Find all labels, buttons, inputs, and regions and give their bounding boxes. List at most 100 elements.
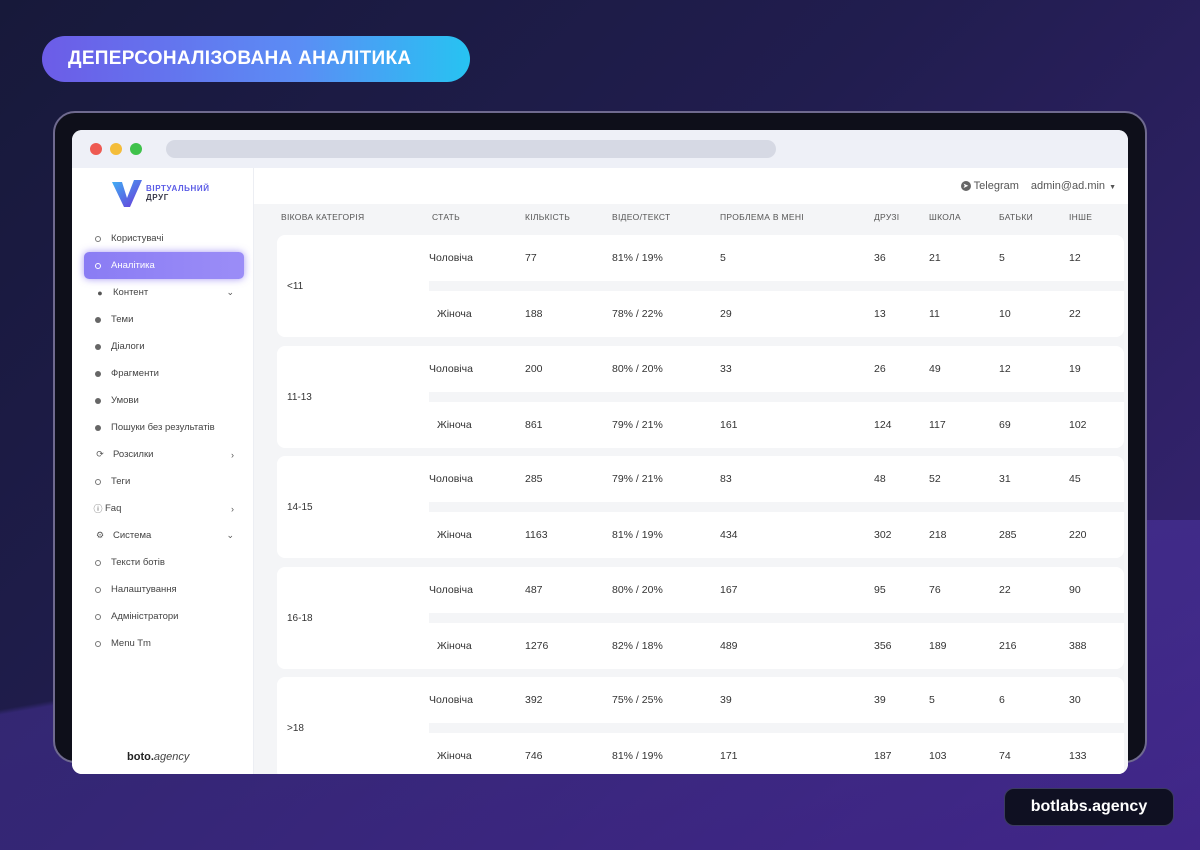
table-cell: 36	[874, 252, 886, 264]
table-cell: Чоловіча	[429, 473, 473, 485]
table-cell: 69	[999, 418, 1011, 431]
age-category-label: 16-18	[287, 612, 313, 624]
table-cell: 5	[720, 252, 726, 264]
minimize-window-button[interactable]	[110, 143, 122, 155]
sidebar-item-users[interactable]: Користувачі	[84, 225, 244, 252]
circle-icon	[95, 235, 101, 242]
table-cell: 26	[874, 362, 886, 375]
table-cell: 12	[999, 362, 1011, 375]
table-cell: 171	[720, 750, 738, 762]
sidebar-item-dialogs[interactable]: Діалоги	[84, 333, 244, 360]
header-parents: Батьки	[999, 212, 1034, 222]
age-group: 16-18 Чоловіча 487 80% / 20% 167 95 76 22 90 Жіно…	[277, 566, 1124, 669]
sidebar-item-faq[interactable]: ⓘ Faq ›	[84, 495, 244, 522]
sidebar: ВІРТУАЛЬНИЙ ДРУГ Користувачі Аналітика ●…	[72, 168, 254, 774]
circle-icon	[95, 586, 101, 593]
app-logo[interactable]: ВІРТУАЛЬНИЙ ДРУГ	[110, 176, 210, 210]
age-group: 14-15 Чоловіча 285 79% / 21% 83 48 52 31 45 Жіноч…	[277, 456, 1124, 558]
table-cell: 29	[720, 308, 732, 320]
table-row: Чоловіча 200 80% / 20% 33 26 49 12 19	[429, 345, 1124, 392]
circle-icon	[95, 262, 101, 269]
age-category-label: >18	[287, 723, 304, 734]
sidebar-item-mailings[interactable]: ⟳ Розсилки ›	[84, 441, 244, 468]
maximize-window-button[interactable]	[130, 143, 142, 155]
header-gender: Стать	[432, 212, 461, 222]
table-cell: 22	[999, 583, 1011, 596]
sidebar-item-admins[interactable]: Адміністратори	[84, 603, 244, 630]
table-cell: 861	[525, 418, 543, 431]
sidebar-item-label: Адміністратори	[111, 611, 179, 622]
table-row: Жіноча 1276 82% / 18% 489 356 189 216 388	[429, 622, 1124, 669]
sidebar-item-fragments[interactable]: Фрагменти	[84, 360, 244, 387]
sidebar-item-label: Тексти ботів	[111, 557, 165, 568]
sidebar-item-label: Фрагменти	[111, 368, 159, 379]
sidebar-item-label: Користувачі	[111, 233, 164, 244]
footer-brand-bold: boto.	[127, 751, 154, 763]
sidebar-item-analytics[interactable]: Аналітика	[84, 252, 244, 279]
table-cell: 83	[720, 473, 732, 485]
sidebar-item-system[interactable]: ⚙ Система ⌄	[84, 522, 244, 549]
chevron-down-icon: ⌄	[226, 287, 234, 297]
admin-menu[interactable]: admin@ad.min ▼	[1031, 180, 1116, 192]
sidebar-item-label: Faq	[105, 503, 122, 514]
sidebar-item-empty-searches[interactable]: Пошуки без результатів	[84, 414, 244, 441]
telegram-icon: ➤	[960, 181, 971, 191]
table-cell: 356	[874, 639, 892, 652]
sidebar-item-settings[interactable]: Налаштування	[84, 576, 244, 603]
sidebar-item-bot-texts[interactable]: Тексти ботів	[84, 549, 244, 576]
table-cell: 302	[874, 529, 892, 541]
table-cell: Жіноча	[437, 750, 472, 762]
table-cell: 31	[999, 473, 1011, 485]
telegram-link[interactable]: ➤ Telegram	[960, 180, 1019, 192]
table-cell: 81% / 19%	[612, 252, 663, 264]
logo-text: ВІРТУАЛЬНИЙ ДРУГ	[146, 184, 210, 202]
table-cell: Жіноча	[437, 639, 472, 652]
table-cell: Чоловіча	[429, 362, 473, 375]
table-cell: 49	[929, 362, 941, 375]
caret-down-icon: ▼	[1109, 184, 1116, 191]
dot-icon	[95, 343, 101, 350]
table-cell: 77	[525, 252, 537, 264]
table-cell: 220	[1069, 529, 1087, 541]
table-cell: 117	[929, 418, 946, 431]
sidebar-item-topics[interactable]: Теми	[84, 306, 244, 333]
table-row: Чоловіча 392 75% / 25% 39 39 5 6 30	[429, 677, 1124, 723]
table-cell: 392	[525, 694, 543, 706]
table-cell: 188	[525, 308, 543, 320]
table-row: Чоловіча 487 80% / 20% 167 95 76 22 90	[429, 566, 1124, 613]
age-group: <11 Чоловіча 77 81% / 19% 5 36 21 5 12 Жіноча 188 7…	[277, 235, 1124, 337]
browser-titlebar	[72, 130, 1128, 168]
table-cell: 33	[720, 362, 732, 375]
table-cell: 76	[929, 583, 941, 596]
table-cell: 434	[720, 529, 738, 541]
age-category-label: <11	[287, 281, 304, 292]
circle-icon	[95, 559, 101, 566]
close-window-button[interactable]	[90, 143, 102, 155]
table-cell: 30	[1069, 694, 1081, 706]
table-cell: 78% / 22%	[612, 308, 663, 320]
sidebar-item-label: Теми	[111, 314, 134, 325]
sidebar-item-menu-tm[interactable]: Menu Tm	[84, 630, 244, 657]
table-cell: 90	[1069, 583, 1081, 596]
sidebar-item-tags[interactable]: Теги	[84, 468, 244, 495]
table-row: Жіноча 861 79% / 21% 161 124 117 69 102	[429, 401, 1124, 448]
table-row: Чоловіча 285 79% / 21% 83 48 52 31 45	[429, 456, 1124, 502]
chevron-right-icon: ›	[231, 503, 234, 514]
table-cell: 39	[720, 694, 732, 706]
table-cell: 487	[525, 583, 543, 596]
sidebar-item-conditions[interactable]: Умови	[84, 387, 244, 414]
table-cell: 133	[1069, 750, 1087, 762]
address-bar[interactable]	[166, 140, 776, 158]
sidebar-item-content[interactable]: ● Контент ⌄	[84, 279, 244, 306]
table-cell: 81% / 19%	[612, 529, 663, 541]
table-cell: 285	[999, 529, 1017, 541]
age-category-cell: >18	[277, 677, 429, 774]
telegram-label: Telegram	[973, 180, 1019, 192]
logo-line2: ДРУГ	[146, 193, 169, 202]
table-cell: 48	[874, 473, 886, 485]
admin-email: admin@ad.min	[1030, 180, 1106, 192]
table-cell: 82% / 18%	[612, 639, 663, 652]
age-category-label: 11-13	[287, 391, 312, 403]
footer-brand-rest: agency	[153, 751, 190, 763]
age-category-cell: 16-18	[277, 566, 429, 669]
